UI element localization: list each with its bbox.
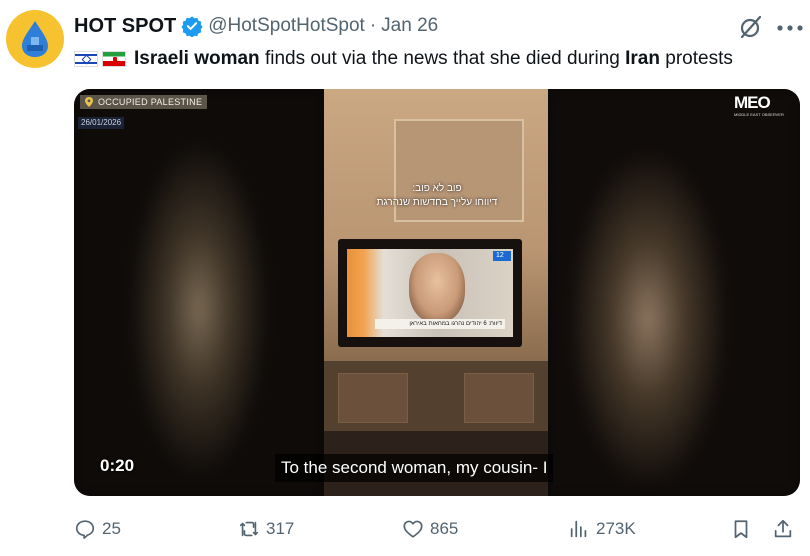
like-button[interactable]: 865	[402, 514, 458, 544]
heart-icon	[403, 520, 423, 538]
share-icon	[774, 519, 792, 538]
location-tag: OCCUPIED PALESTINE	[80, 95, 208, 109]
location-tag-label: OCCUPIED PALESTINE	[98, 97, 203, 107]
date-tag: 26/01/2026	[78, 117, 125, 129]
tweet-text-end: protests	[659, 48, 733, 69]
television: 12 דיווח: 6 יהודים נהרגו במחאות באיראן	[338, 239, 522, 347]
tweet-date[interactable]: Jan 26	[381, 15, 438, 37]
tv-channel-number: 12	[496, 252, 504, 259]
display-name[interactable]: HOT SPOT	[74, 15, 176, 38]
tweet-text-bold-2: Iran	[625, 48, 660, 69]
video-timestamp: 0:20	[100, 456, 135, 475]
tweet-actions: 25 317 865 273K	[74, 514, 800, 544]
tv-news-banner: דיווח: 6 יהודים נהרגו במחאות באיראן	[375, 319, 505, 329]
like-count: 865	[430, 519, 459, 538]
repost-button[interactable]: 317	[238, 514, 294, 544]
video-subtitle: To the second woman, my cousin- I	[275, 454, 554, 482]
verified-badge-icon[interactable]	[181, 15, 203, 37]
water-drop-icon	[22, 21, 48, 57]
meo-logo-text: MEO	[734, 93, 771, 112]
tweet-text: Israeli woman finds out via the news tha…	[74, 44, 733, 74]
video-blurred-right	[548, 89, 800, 496]
share-button[interactable]	[772, 514, 794, 544]
tv-screen: 12 דיווח: 6 יהודים נהרגו במחאות באיראן	[347, 249, 513, 337]
video-blurred-left	[74, 89, 324, 496]
tv-channel-logo: 12	[493, 251, 511, 261]
views-button[interactable]: 273K	[568, 514, 636, 544]
analytics-icon	[570, 520, 587, 538]
tweet-header: HOT SPOT @HotSpotHotSpot · Jan 26	[74, 12, 438, 40]
cabinet-door-right	[464, 373, 534, 423]
israel-flag-icon	[74, 51, 98, 67]
reply-icon	[75, 520, 95, 539]
grok-icon[interactable]	[738, 14, 764, 40]
bookmark-button[interactable]	[730, 514, 752, 544]
meo-logo-subtext: MIDDLE EAST OBSERVER	[734, 112, 784, 117]
avatar[interactable]	[6, 10, 64, 68]
tweet-text-mid: finds out via the news that she died dur…	[259, 48, 626, 69]
bookmark-icon	[734, 520, 748, 539]
hebrew-caption: פוב לא פוב: דיווחו עלייך בחדשות שנהרגת	[342, 182, 532, 210]
cabinet-door-left	[338, 373, 408, 423]
reply-count: 25	[102, 519, 121, 538]
tv-person-image	[409, 253, 465, 323]
handle[interactable]: @HotSpotHotSpot	[208, 15, 365, 37]
hebrew-caption-line-2: דיווחו עלייך בחדשות שנהרגת	[376, 197, 498, 208]
meo-logo: MEO MIDDLE EAST OBSERVER	[734, 93, 788, 119]
more-options-icon[interactable]	[776, 24, 804, 32]
tv-stand	[324, 361, 548, 431]
hebrew-caption-line-1: פוב לא פוב:	[412, 183, 462, 194]
location-pin-icon	[85, 97, 93, 107]
view-count: 273K	[596, 519, 636, 538]
video-player[interactable]: 12 דיווח: 6 יהודים נהרגו במחאות באיראן O…	[74, 89, 800, 496]
reply-button[interactable]: 25	[74, 514, 121, 544]
tweet-text-bold-1: Israeli woman	[134, 48, 260, 69]
separator-dot: ·	[369, 15, 377, 36]
iran-flag-icon	[102, 51, 126, 67]
video-frame: 12 דיווח: 6 יהודים נהרגו במחאות באיראן	[324, 89, 548, 496]
repost-count: 317	[266, 519, 295, 538]
repost-icon	[239, 521, 259, 537]
